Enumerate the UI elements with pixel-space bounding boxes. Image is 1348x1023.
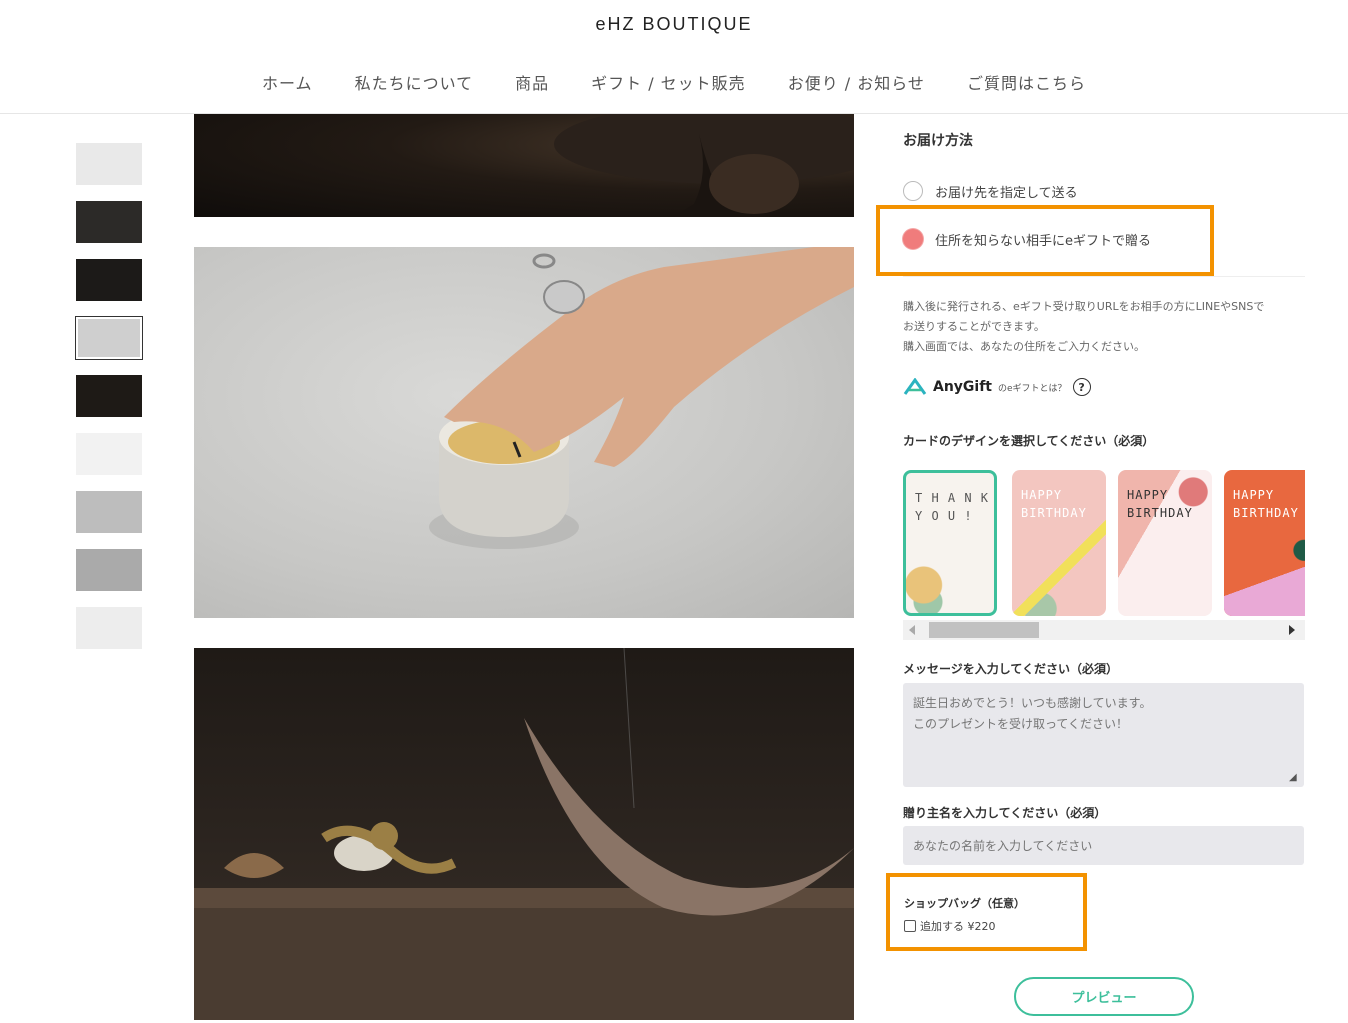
brand-logo[interactable]: eHZ BOUTIQUE	[0, 14, 1348, 35]
help-icon[interactable]: ?	[1072, 378, 1091, 396]
gallery-thumbnail[interactable]	[75, 606, 143, 650]
nav-products[interactable]: 商品	[515, 70, 549, 94]
sender-label: 贈り主名を入力してください（必須）	[903, 806, 1107, 820]
radio-unchecked[interactable]	[903, 181, 923, 201]
shop-bag-title: ショップバッグ（任意）	[904, 897, 1025, 910]
product-image-3	[194, 648, 854, 1020]
message-label: メッセージを入力してください（必須）	[903, 662, 1119, 676]
highlight-shop-bag	[886, 873, 1087, 951]
shop-bag-checkbox[interactable]	[904, 920, 916, 932]
egift-description: 購入後に発行される、eギフト受け取りURLをお相手の方にLINEやSNSで お送…	[903, 297, 1305, 357]
card-design-text: HAPPY BIRTHDAY	[1021, 488, 1087, 520]
product-image-1	[194, 114, 854, 217]
anygift-what-link[interactable]: のeギフトとは？	[998, 381, 1067, 394]
thumbnail-image	[76, 201, 142, 243]
gallery-thumbnail[interactable]	[75, 432, 143, 476]
scroll-left-arrow-icon[interactable]	[909, 625, 915, 635]
thumbnail-image	[78, 319, 140, 357]
gallery-thumbnail[interactable]	[75, 200, 143, 244]
shop-bag-option-label: 追加する ¥220	[920, 920, 996, 933]
site-header: eHZ BOUTIQUE ホーム 私たちについて 商品 ギフト / セット販売 …	[0, 0, 1348, 114]
nav-news[interactable]: お便り / お知らせ	[788, 70, 925, 94]
card-design-option[interactable]: HAPPY BIRTHDAY	[1012, 470, 1106, 616]
anygift-info: AnyGift のeギフトとは？ ?	[903, 378, 1091, 396]
radio-checked[interactable]	[903, 229, 923, 249]
card-design-text: T H A N K Y O U !	[915, 491, 990, 523]
thumbnail-image	[76, 491, 142, 533]
resize-grip-icon[interactable]: ◢	[1289, 772, 1297, 783]
nav-faq[interactable]: ご質問はこちら	[967, 70, 1086, 94]
card-design-option[interactable]: HAPPY BIRTHDAY	[1118, 470, 1212, 616]
main-nav: ホーム 私たちについて 商品 ギフト / セット販売 お便り / お知らせ ご質…	[0, 70, 1348, 94]
delivery-option-egift[interactable]: 住所を知らない相手にeギフトで贈る	[903, 229, 1151, 249]
divider	[903, 276, 1305, 277]
scroll-right-arrow-icon[interactable]	[1289, 625, 1295, 635]
gallery-thumbnail[interactable]	[75, 490, 143, 534]
delivery-option-address-label: お届け先を指定して送る	[935, 185, 1078, 201]
thumbnail-image	[76, 607, 142, 649]
thumbnail-image	[76, 375, 142, 417]
thumbnail-image	[76, 549, 142, 591]
delivery-option-address[interactable]: お届け先を指定して送る	[903, 181, 1078, 201]
gallery-thumbnail[interactable]	[75, 374, 143, 418]
card-scrollbar[interactable]	[903, 620, 1305, 640]
card-design-text: HAPPY BIRTHDAY	[1127, 488, 1193, 520]
card-design-list: T H A N K Y O U ! HAPPY BIRTHDAY HAPPY BIR…	[903, 470, 1305, 618]
anygift-logo: AnyGift	[933, 379, 993, 395]
egift-description-line: お送りすることができます。	[903, 320, 1045, 333]
sender-name-input[interactable]	[903, 826, 1304, 865]
thumbnail-image	[76, 259, 142, 301]
egift-description-line: 購入後に発行される、eギフト受け取りURLをお相手の方にLINEやSNSで	[903, 300, 1265, 313]
delivery-method-title: お届け方法	[903, 133, 973, 149]
thumbnail-list	[75, 142, 143, 664]
thumbnail-image	[76, 143, 142, 185]
card-design-text: HAPPY BIRTHDAY	[1233, 488, 1299, 520]
gallery-thumbnail[interactable]	[75, 548, 143, 592]
card-design-label: カードのデザインを選択してください（必須）	[903, 434, 1155, 448]
scrollbar-thumb[interactable]	[929, 622, 1039, 638]
nav-home[interactable]: ホーム	[262, 70, 313, 94]
message-textarea[interactable]	[903, 683, 1304, 787]
gallery-thumbnail[interactable]	[75, 316, 143, 360]
gallery-thumbnail[interactable]	[75, 258, 143, 302]
product-image-2	[194, 247, 854, 618]
card-design-option[interactable]: T H A N K Y O U !	[903, 470, 997, 616]
egift-description-line: 購入画面では、あなたの住所をご入力ください。	[903, 340, 1145, 353]
card-design-option[interactable]: HAPPY BIRTHDAY	[1224, 470, 1305, 616]
nav-about[interactable]: 私たちについて	[355, 70, 474, 94]
gallery-thumbnail[interactable]	[75, 142, 143, 186]
preview-button[interactable]: プレビュー	[1014, 977, 1194, 1016]
shop-bag-option[interactable]: 追加する ¥220	[904, 918, 996, 934]
delivery-option-egift-label: 住所を知らない相手にeギフトで贈る	[935, 233, 1151, 249]
anygift-logo-icon	[903, 378, 927, 395]
nav-gift-set[interactable]: ギフト / セット販売	[591, 70, 746, 94]
thumbnail-image	[76, 433, 142, 475]
